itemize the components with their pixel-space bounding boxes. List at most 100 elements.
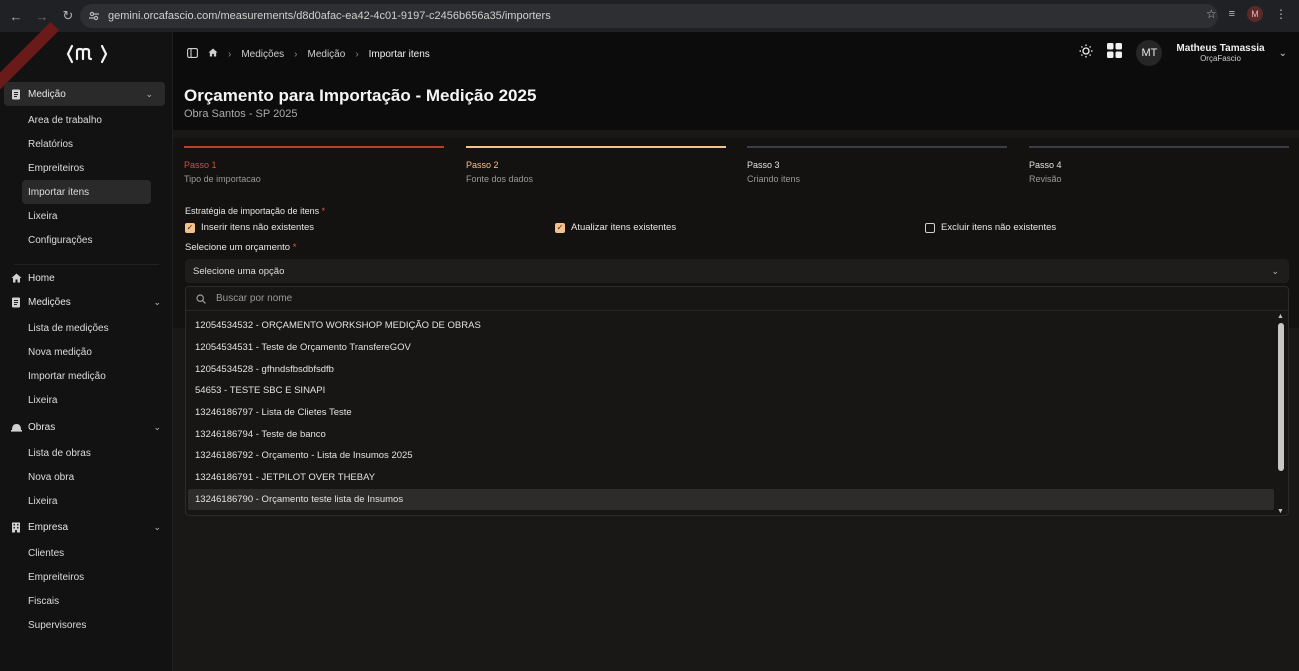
- dropdown-search[interactable]: Buscar por nome: [186, 287, 1288, 311]
- list-item[interactable]: 13246186792 - Orçamento - Lista de Insum…: [188, 445, 1274, 467]
- checkbox-unchecked-icon[interactable]: [925, 222, 935, 233]
- nav-group-medicao: Medição ⌄ Area de trabalho Relatórios Em…: [0, 82, 173, 252]
- budget-label: Selecione um orçamento *: [185, 242, 297, 253]
- required-mark: *: [321, 206, 326, 216]
- stepper: Passo 1 Tipo de importacao Passo 2 Fonte…: [184, 146, 1289, 186]
- sidebar-group-empresa[interactable]: Empresa ⌄: [0, 515, 173, 539]
- option-delete[interactable]: Excluir itens não existentes: [925, 222, 1056, 233]
- page-title: Orçamento para Importação - Medição 2025: [184, 86, 537, 105]
- step-4[interactable]: Passo 4 Revisão: [1029, 146, 1289, 184]
- sidebar-item-supervisores[interactable]: Supervisores: [0, 613, 173, 637]
- list-item[interactable]: 12054534531 - Teste de Orçamento Transfe…: [188, 337, 1274, 359]
- sidebar-item-configuracoes[interactable]: Configurações: [0, 228, 173, 252]
- search-input[interactable]: Buscar por nome: [216, 293, 292, 304]
- select-placeholder: Selecione uma opção: [193, 265, 285, 277]
- budget-dropdown: Buscar por nome 12054534532 - ORÇAMENTO …: [185, 286, 1289, 516]
- profile-avatar[interactable]: M: [1247, 6, 1263, 22]
- sidebar-item-nova-obra[interactable]: Nova obra: [0, 465, 173, 489]
- user-org: OrçaFascio: [1200, 54, 1241, 63]
- chevron-right-icon: ›: [228, 48, 232, 60]
- page-header: Orçamento para Importação - Medição 2025…: [173, 76, 1299, 130]
- sidebar: Medição ⌄ Area de trabalho Relatórios Em…: [0, 21, 173, 671]
- page-subtitle: Obra Santos - SP 2025: [184, 108, 298, 120]
- browser-toolbar: ← → ↻ gemini.orcafascio.com/measurements…: [0, 0, 1299, 32]
- sidebar-item-empreiteiros-empresa[interactable]: Empreiteiros: [0, 565, 173, 589]
- search-icon: [196, 293, 206, 304]
- reload-icon[interactable]: ↻: [58, 6, 78, 26]
- building-icon: [10, 521, 22, 533]
- step-2-number: Passo 2: [466, 160, 499, 170]
- sidebar-item-nova-medicao[interactable]: Nova medição: [0, 340, 173, 364]
- breadcrumb-medicao[interactable]: Medição: [308, 49, 346, 60]
- option-insert[interactable]: ✓ Inserir itens não existentes: [185, 222, 314, 233]
- sidebar-group-medicao[interactable]: Medição ⌄: [4, 82, 165, 106]
- sidebar-item-lista-de-medicoes[interactable]: Lista de medições: [0, 316, 173, 340]
- topbar: › Medições › Medição › Importar itens MT…: [173, 32, 1299, 76]
- checkbox-checked-icon[interactable]: ✓: [555, 222, 565, 233]
- user-menu[interactable]: Matheus Tamassia OrçaFascio: [1176, 43, 1264, 63]
- sidebar-item-lixeira-medicoes[interactable]: Lixeira: [0, 388, 173, 412]
- theme-toggle-icon[interactable]: [1079, 44, 1093, 63]
- sidebar-item-lixeira-obras[interactable]: Lixeira: [0, 489, 173, 513]
- brand-logo: [66, 44, 108, 64]
- sidebar-item-importar-medicao[interactable]: Importar medição: [0, 364, 173, 388]
- step-1[interactable]: Passo 1 Tipo de importacao: [184, 146, 444, 184]
- sidebar-item-relatorios[interactable]: Relatórios: [0, 132, 173, 156]
- option-update[interactable]: ✓ Atualizar itens existentes: [555, 222, 676, 233]
- step-3[interactable]: Passo 3 Criando itens: [747, 146, 1007, 184]
- url-text: gemini.orcafascio.com/measurements/d8d0a…: [108, 10, 551, 22]
- list-item[interactable]: 12054534532 - ORÇAMENTO WORKSHOP MEDIÇÃO…: [188, 315, 1274, 337]
- nav-group-medicoes: Medições ⌄ Lista de medições Nova mediçã…: [0, 290, 173, 412]
- chevron-down-icon: ⌄: [153, 421, 161, 432]
- list-item[interactable]: 13246186791 - JETPILOT OVER THEBAY: [188, 467, 1274, 489]
- sidebar-item-empreiteiros[interactable]: Empreiteiros: [0, 156, 173, 180]
- sidebar-item-area-de-trabalho[interactable]: Area de trabalho: [0, 108, 173, 132]
- step-1-label: Tipo de importacao: [184, 174, 261, 184]
- menu-icon[interactable]: ⋮: [1275, 7, 1287, 21]
- sidebar-item-clientes[interactable]: Clientes: [0, 541, 173, 565]
- chevron-down-icon: ⌄: [145, 88, 153, 99]
- chevron-down-icon[interactable]: ⌄: [1279, 48, 1287, 59]
- apps-grid-icon[interactable]: [1107, 43, 1123, 63]
- sidebar-group-medicoes[interactable]: Medições ⌄: [0, 290, 173, 314]
- sidebar-item-fiscais[interactable]: Fiscais: [0, 589, 173, 613]
- step-3-bar: [747, 146, 1007, 148]
- site-info-icon[interactable]: [88, 10, 100, 22]
- sidebar-group-obras[interactable]: Obras ⌄: [0, 415, 173, 439]
- address-bar[interactable]: gemini.orcafascio.com/measurements/d8d0a…: [80, 4, 1218, 28]
- back-icon[interactable]: ←: [6, 6, 26, 26]
- budget-select[interactable]: Selecione uma opção ⌄: [185, 259, 1289, 283]
- strategy-label: Estratégia de importação de itens *: [185, 206, 326, 216]
- document-icon: [10, 88, 22, 100]
- required-mark: *: [292, 242, 297, 253]
- step-1-bar: [184, 146, 444, 148]
- step-2[interactable]: Passo 2 Fonte dos dados: [466, 146, 726, 184]
- scroll-thumb[interactable]: [1278, 323, 1284, 471]
- sidebar-group-home[interactable]: Home: [0, 266, 173, 290]
- list-item[interactable]: 13246186797 - Lista de Clietes Teste: [188, 402, 1274, 424]
- home-icon[interactable]: [208, 48, 218, 60]
- document-icon: [10, 296, 22, 308]
- breadcrumb-medicoes[interactable]: Medições: [241, 49, 284, 60]
- list-item[interactable]: 12054534528 - gfhndsfbsdbfsdfb: [188, 358, 1274, 380]
- sidebar-toggle-icon[interactable]: [187, 47, 198, 61]
- list-item-highlighted[interactable]: 13246186790 - Orçamento teste lista de I…: [188, 488, 1274, 511]
- media-icon[interactable]: ≡: [1229, 8, 1235, 20]
- step-1-number: Passo 1: [184, 160, 217, 170]
- scroll-down-icon[interactable]: ▼: [1277, 508, 1284, 515]
- list-item[interactable]: 54653 - TESTE SBC E SINAPI: [188, 380, 1274, 402]
- chevron-down-icon: ⌄: [153, 521, 161, 532]
- user-avatar[interactable]: MT: [1136, 40, 1163, 66]
- sidebar-item-importar-itens[interactable]: Importar itens: [22, 180, 151, 204]
- list-item[interactable]: 13246186794 - Teste de banco: [188, 423, 1274, 445]
- bookmark-star-icon[interactable]: ☆: [1206, 7, 1217, 21]
- sidebar-item-lixeira[interactable]: Lixeira: [0, 204, 173, 228]
- chevron-down-icon: ⌄: [1271, 265, 1279, 276]
- user-name: Matheus Tamassia: [1176, 43, 1265, 54]
- sidebar-item-lista-de-obras[interactable]: Lista de obras: [0, 441, 173, 465]
- nav-group-home: Home: [0, 266, 173, 290]
- checkbox-checked-icon[interactable]: ✓: [185, 222, 195, 233]
- step-3-number: Passo 3: [747, 160, 780, 170]
- dropdown-scrollbar[interactable]: ▲ ▼: [1277, 313, 1284, 515]
- scroll-up-icon[interactable]: ▲: [1277, 313, 1284, 320]
